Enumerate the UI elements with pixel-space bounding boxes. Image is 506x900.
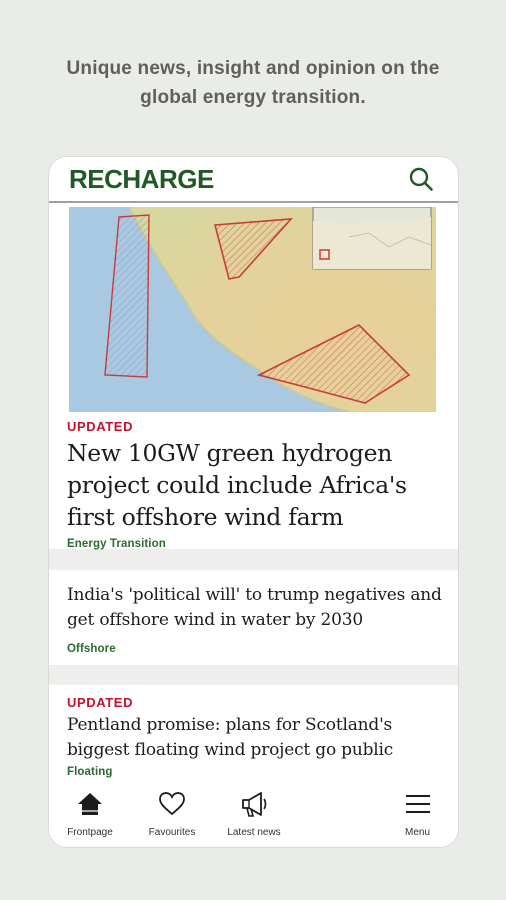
recharge-logo[interactable]: RECHARGE	[69, 163, 214, 195]
article-card[interactable]: UPDATED New 10GW green hydrogen project …	[49, 203, 458, 551]
updated-badge: UPDATED	[67, 695, 134, 710]
article-body: UPDATED New 10GW green hydrogen project …	[67, 419, 444, 551]
heart-icon	[159, 792, 185, 816]
tagline: Unique news, insight and opinion on the …	[0, 54, 506, 112]
nav-label: Frontpage	[67, 827, 113, 838]
article-headline[interactable]: New 10GW green hydrogen project could in…	[67, 437, 444, 533]
nav-label: Menu	[404, 827, 430, 838]
nav-menu[interactable]: Menu	[377, 781, 458, 847]
article-headline[interactable]: Pentland promise: plans for Scotland's b…	[67, 713, 444, 763]
article-card[interactable]: India's 'political will' to trump negati…	[49, 570, 458, 665]
app-header: RECHARGE	[49, 157, 458, 203]
article-section-tag[interactable]: Offshore	[67, 642, 444, 656]
tagline-line-2: global energy transition.	[140, 87, 366, 108]
nav-favourites[interactable]: Favourites	[131, 781, 213, 847]
article-headline[interactable]: India's 'political will' to trump negati…	[67, 583, 444, 633]
article-section-tag[interactable]: Floating	[67, 765, 444, 779]
phone-frame: RECHARGE UPDATED New 10GW green hydrogen…	[49, 157, 458, 847]
megaphone-icon	[242, 792, 267, 817]
article-card[interactable]: UPDATED Pentland promise: plans for Scot…	[49, 685, 458, 781]
article-body: India's 'political will' to trump negati…	[67, 583, 444, 656]
tagline-line-1: Unique news, insight and opinion on the	[66, 58, 440, 79]
nav-frontpage[interactable]: Frontpage	[49, 781, 131, 847]
menu-icon	[405, 795, 430, 813]
home-icon	[78, 793, 102, 815]
nav-label: Favourites	[148, 827, 196, 838]
article-feed[interactable]: UPDATED New 10GW green hydrogen project …	[49, 203, 458, 781]
nav-latest-news[interactable]: Latest news	[213, 781, 295, 847]
search-button[interactable]	[408, 166, 434, 192]
bottom-navigation: Frontpage Favourites Latest news Menu	[49, 781, 458, 847]
article-section-tag[interactable]: Energy Transition	[67, 537, 444, 551]
map-image	[69, 207, 436, 412]
nav-label: Latest news	[227, 827, 281, 838]
search-icon	[409, 167, 433, 191]
article-body: UPDATED Pentland promise: plans for Scot…	[67, 695, 444, 779]
updated-badge: UPDATED	[67, 419, 134, 434]
